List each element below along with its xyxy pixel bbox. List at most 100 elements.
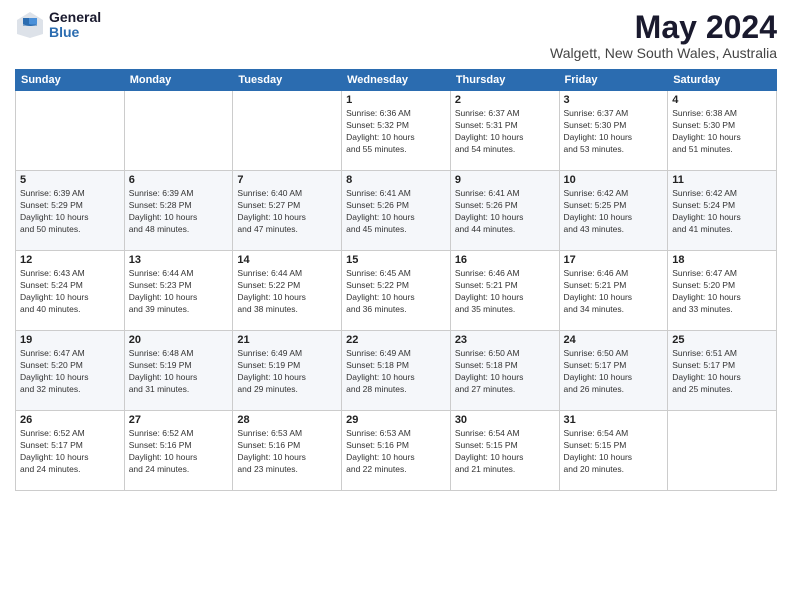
calendar-cell: 14Sunrise: 6:44 AMSunset: 5:22 PMDayligh… <box>233 251 342 331</box>
main-title: May 2024 <box>550 10 777 45</box>
day-number: 15 <box>346 254 446 266</box>
day-number: 17 <box>564 254 664 266</box>
calendar-cell: 20 Sunrise: 6:48 AMSunset: 5:19 PMDayligh… <box>124 331 233 411</box>
day-number: 26 <box>20 414 120 426</box>
day-info: Sunrise: 6:39 AMSunset: 5:28 PMDaylight:… <box>129 188 229 236</box>
calendar-week-2: 5Sunrise: 6:39 AMSunset: 5:29 PMDaylight… <box>16 171 777 251</box>
calendar-cell: 6 Sunrise: 6:39 AMSunset: 5:28 PMDaylight… <box>124 171 233 251</box>
day-number: 6 <box>129 174 229 186</box>
header-friday: Friday <box>559 70 668 91</box>
calendar-week-1: 1 Sunrise: 6:36 AMSunset: 5:32 PMDaylight… <box>16 91 777 171</box>
day-info: Sunrise: 6:38 AMSunset: 5:30 PMDaylight:… <box>672 108 772 156</box>
day-number: 19 <box>20 334 120 346</box>
day-info: Sunrise: 6:50 AMSunset: 5:18 PMDaylight:… <box>455 348 555 396</box>
day-info: Sunrise: 6:48 AMSunset: 5:19 PMDaylight:… <box>129 348 229 396</box>
day-info: Sunrise: 6:40 AMSunset: 5:27 PMDaylight:… <box>237 188 337 236</box>
day-info: Sunrise: 6:37 AMSunset: 5:31 PMDaylight:… <box>455 108 555 156</box>
calendar-cell: 18 Sunrise: 6:47 AMSunset: 5:20 PMDayligh… <box>668 251 777 331</box>
day-info: Sunrise: 6:42 AMSunset: 5:25 PMDaylight:… <box>564 188 664 236</box>
day-number: 21 <box>237 334 337 346</box>
day-number: 4 <box>672 94 772 106</box>
calendar: Sunday Monday Tuesday Wednesday Thursday… <box>15 69 777 491</box>
day-info: Sunrise: 6:47 AMSunset: 5:20 PMDaylight:… <box>672 268 772 316</box>
calendar-week-3: 12Sunrise: 6:43 AMSunset: 5:24 PMDayligh… <box>16 251 777 331</box>
subtitle: Walgett, New South Wales, Australia <box>550 45 777 61</box>
day-info: Sunrise: 6:42 AMSunset: 5:24 PMDaylight:… <box>672 188 772 236</box>
day-number: 9 <box>455 174 555 186</box>
calendar-cell: 5Sunrise: 6:39 AMSunset: 5:29 PMDaylight… <box>16 171 125 251</box>
calendar-cell: 22 Sunrise: 6:49 AMSunset: 5:18 PMDayligh… <box>342 331 451 411</box>
calendar-cell: 16Sunrise: 6:46 AMSunset: 5:21 PMDayligh… <box>450 251 559 331</box>
calendar-cell: 7 Sunrise: 6:40 AMSunset: 5:27 PMDaylight… <box>233 171 342 251</box>
calendar-cell: 3 Sunrise: 6:37 AMSunset: 5:30 PMDaylight… <box>559 91 668 171</box>
day-number: 5 <box>20 174 120 186</box>
logo-icon <box>15 10 45 40</box>
logo-text: General Blue <box>49 10 101 41</box>
day-number: 20 <box>129 334 229 346</box>
calendar-cell: 17 Sunrise: 6:46 AMSunset: 5:21 PMDayligh… <box>559 251 668 331</box>
day-number: 23 <box>455 334 555 346</box>
day-number: 25 <box>672 334 772 346</box>
title-block: May 2024 Walgett, New South Wales, Austr… <box>550 10 777 61</box>
calendar-cell: 30 Sunrise: 6:54 AMSunset: 5:15 PMDayligh… <box>450 411 559 491</box>
day-number: 31 <box>564 414 664 426</box>
calendar-cell <box>16 91 125 171</box>
header-thursday: Thursday <box>450 70 559 91</box>
day-info: Sunrise: 6:41 AMSunset: 5:26 PMDaylight:… <box>346 188 446 236</box>
calendar-cell: 25 Sunrise: 6:51 AMSunset: 5:17 PMDayligh… <box>668 331 777 411</box>
day-info: Sunrise: 6:52 AMSunset: 5:16 PMDaylight:… <box>129 428 229 476</box>
calendar-cell: 2Sunrise: 6:37 AMSunset: 5:31 PMDaylight… <box>450 91 559 171</box>
day-number: 24 <box>564 334 664 346</box>
calendar-cell <box>233 91 342 171</box>
day-info: Sunrise: 6:44 AMSunset: 5:23 PMDaylight:… <box>129 268 229 316</box>
calendar-cell <box>668 411 777 491</box>
logo-blue-text: Blue <box>49 25 101 40</box>
header-saturday: Saturday <box>668 70 777 91</box>
day-info: Sunrise: 6:44 AMSunset: 5:22 PMDaylight:… <box>237 268 337 316</box>
day-info: Sunrise: 6:43 AMSunset: 5:24 PMDaylight:… <box>20 268 120 316</box>
day-number: 27 <box>129 414 229 426</box>
day-info: Sunrise: 6:49 AMSunset: 5:18 PMDaylight:… <box>346 348 446 396</box>
calendar-cell: 28 Sunrise: 6:53 AMSunset: 5:16 PMDayligh… <box>233 411 342 491</box>
day-number: 22 <box>346 334 446 346</box>
calendar-cell: 8 Sunrise: 6:41 AMSunset: 5:26 PMDaylight… <box>342 171 451 251</box>
day-info: Sunrise: 6:53 AMSunset: 5:16 PMDaylight:… <box>237 428 337 476</box>
day-number: 8 <box>346 174 446 186</box>
calendar-cell: 15 Sunrise: 6:45 AMSunset: 5:22 PMDayligh… <box>342 251 451 331</box>
day-info: Sunrise: 6:37 AMSunset: 5:30 PMDaylight:… <box>564 108 664 156</box>
day-number: 7 <box>237 174 337 186</box>
calendar-cell: 4 Sunrise: 6:38 AMSunset: 5:30 PMDaylight… <box>668 91 777 171</box>
calendar-cell: 12Sunrise: 6:43 AMSunset: 5:24 PMDayligh… <box>16 251 125 331</box>
day-number: 30 <box>455 414 555 426</box>
logo: General Blue <box>15 10 101 41</box>
day-number: 3 <box>564 94 664 106</box>
day-info: Sunrise: 6:41 AMSunset: 5:26 PMDaylight:… <box>455 188 555 236</box>
calendar-cell: 27 Sunrise: 6:52 AMSunset: 5:16 PMDayligh… <box>124 411 233 491</box>
header: General Blue May 2024 Walgett, New South… <box>15 10 777 61</box>
page: General Blue May 2024 Walgett, New South… <box>0 0 792 612</box>
header-wednesday: Wednesday <box>342 70 451 91</box>
day-info: Sunrise: 6:53 AMSunset: 5:16 PMDaylight:… <box>346 428 446 476</box>
calendar-cell: 19Sunrise: 6:47 AMSunset: 5:20 PMDayligh… <box>16 331 125 411</box>
day-info: Sunrise: 6:51 AMSunset: 5:17 PMDaylight:… <box>672 348 772 396</box>
day-number: 18 <box>672 254 772 266</box>
calendar-week-4: 19Sunrise: 6:47 AMSunset: 5:20 PMDayligh… <box>16 331 777 411</box>
calendar-cell: 29 Sunrise: 6:53 AMSunset: 5:16 PMDayligh… <box>342 411 451 491</box>
day-number: 28 <box>237 414 337 426</box>
calendar-header-row: Sunday Monday Tuesday Wednesday Thursday… <box>16 70 777 91</box>
day-info: Sunrise: 6:50 AMSunset: 5:17 PMDaylight:… <box>564 348 664 396</box>
day-info: Sunrise: 6:45 AMSunset: 5:22 PMDaylight:… <box>346 268 446 316</box>
day-number: 13 <box>129 254 229 266</box>
day-info: Sunrise: 6:49 AMSunset: 5:19 PMDaylight:… <box>237 348 337 396</box>
calendar-cell: 31Sunrise: 6:54 AMSunset: 5:15 PMDayligh… <box>559 411 668 491</box>
calendar-cell: 24 Sunrise: 6:50 AMSunset: 5:17 PMDayligh… <box>559 331 668 411</box>
header-sunday: Sunday <box>16 70 125 91</box>
day-info: Sunrise: 6:54 AMSunset: 5:15 PMDaylight:… <box>455 428 555 476</box>
calendar-cell: 11Sunrise: 6:42 AMSunset: 5:24 PMDayligh… <box>668 171 777 251</box>
day-info: Sunrise: 6:36 AMSunset: 5:32 PMDaylight:… <box>346 108 446 156</box>
day-number: 29 <box>346 414 446 426</box>
day-info: Sunrise: 6:46 AMSunset: 5:21 PMDaylight:… <box>564 268 664 316</box>
header-tuesday: Tuesday <box>233 70 342 91</box>
day-number: 1 <box>346 94 446 106</box>
header-monday: Monday <box>124 70 233 91</box>
